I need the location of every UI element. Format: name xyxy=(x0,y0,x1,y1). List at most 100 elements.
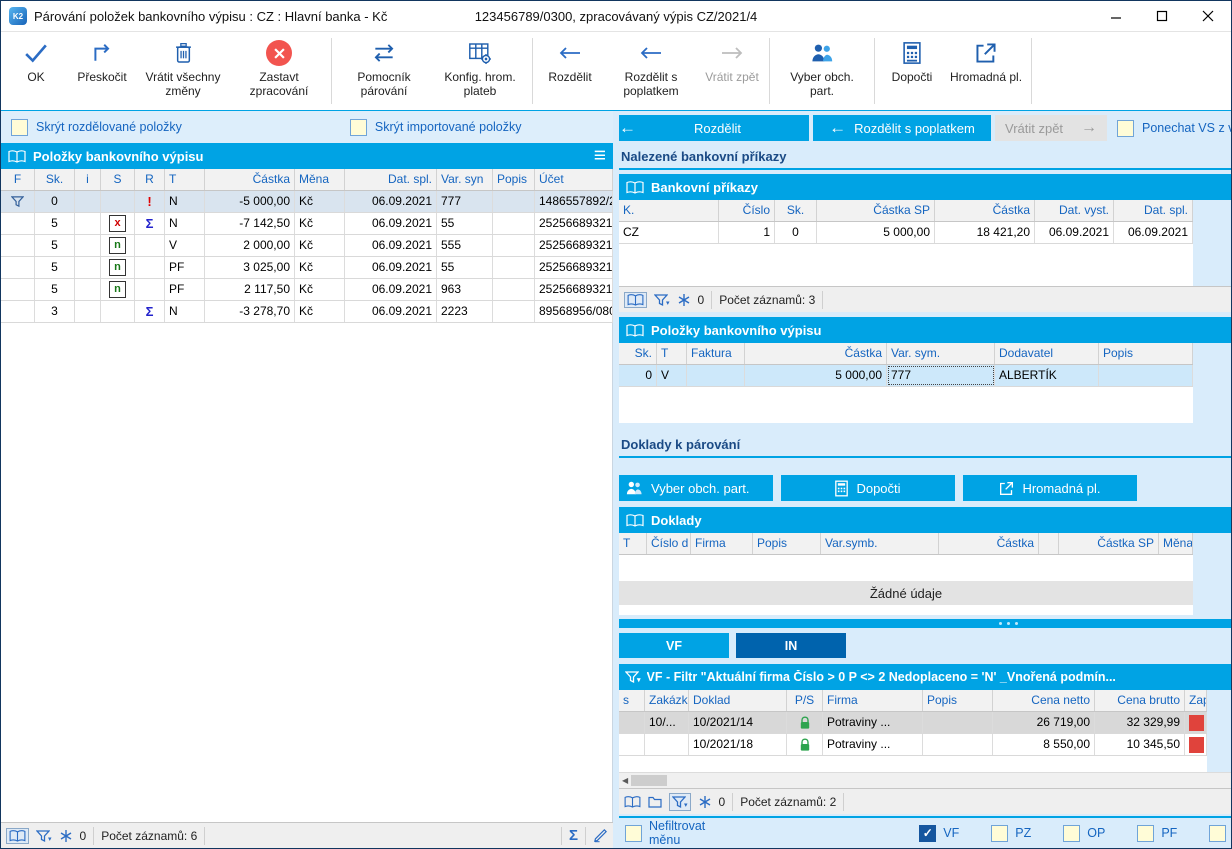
pairing-wizard-button[interactable]: Pomocník párování xyxy=(336,32,432,110)
column-header[interactable]: Číslo d xyxy=(647,533,691,554)
bulk-payment-config-button[interactable]: Konfig. hrom. plateb xyxy=(432,32,528,110)
keep-vs-checkbox[interactable] xyxy=(1117,119,1134,137)
column-header[interactable]: i xyxy=(75,169,101,190)
column-header[interactable]: Popis xyxy=(753,533,821,554)
undo-action-button[interactable]: Vrátit zpět → xyxy=(995,115,1107,141)
select-partner-button[interactable]: Vyber obch. part. xyxy=(774,32,870,110)
column-header[interactable]: R xyxy=(135,169,165,190)
column-header[interactable]: Var. sym. xyxy=(887,343,995,364)
table-row[interactable]: CZ 1 0 5 000,00 18 421,20 06.09.2021 06.09.202… xyxy=(619,222,1193,244)
column-header[interactable]: F xyxy=(1,169,35,190)
splitter-handle[interactable] xyxy=(619,619,1231,628)
table-row[interactable]: 5 x ΣN-7 142,50Kč06.09.202155 252566893211/… xyxy=(1,213,613,235)
table-row[interactable]: 0V 5 000,00 777 ALBERTÍK xyxy=(619,365,1193,387)
table-row[interactable]: 10/... 10/2021/14 Potraviny ... 26 719,00 32… xyxy=(619,712,1207,734)
checkbox-nefiltrovat-měnu[interactable] xyxy=(625,824,642,842)
table-row[interactable]: 5 n PF2 117,50Kč06.09.2021963 252566893211/… xyxy=(1,279,613,301)
edit-icon[interactable] xyxy=(593,828,608,843)
book-icon[interactable] xyxy=(624,291,647,308)
column-header[interactable]: Firma xyxy=(691,533,753,554)
sum-icon[interactable]: Σ xyxy=(569,827,578,844)
split-with-fee-button[interactable]: Rozdělit s poplatkem xyxy=(603,32,699,110)
split-fee-action-button[interactable]: ← Rozdělit s poplatkem xyxy=(813,115,991,141)
table-row[interactable]: 10/2021/18 Potraviny ... 8 550,00 10 345,50 xyxy=(619,734,1207,756)
select-partner-action-button[interactable]: Vyber obch. part. xyxy=(619,475,773,501)
snowflake-icon[interactable] xyxy=(698,795,712,809)
menu-icon[interactable]: ≡ xyxy=(594,145,606,167)
column-header[interactable]: Dodavatel xyxy=(995,343,1099,364)
column-header[interactable]: Účet xyxy=(535,169,613,190)
maximize-button[interactable] xyxy=(1139,1,1185,31)
checkbox-vf[interactable]: ✓ xyxy=(919,824,937,842)
column-header[interactable]: Měna xyxy=(295,169,345,190)
column-header[interactable]: Dat. vyst. xyxy=(1035,200,1114,221)
column-header[interactable]: Popis xyxy=(923,690,993,711)
column-header[interactable]: Měna xyxy=(1159,533,1193,554)
column-header[interactable]: T xyxy=(165,169,205,190)
column-header[interactable]: Částka xyxy=(935,200,1035,221)
checkbox-op[interactable] xyxy=(1063,824,1081,842)
bulk-payment-button[interactable]: Hromadná pl. xyxy=(945,32,1027,110)
filter-icon[interactable]: ▾ xyxy=(36,829,52,843)
column-header[interactable]: Doklad xyxy=(689,690,787,711)
checkbox-pz[interactable] xyxy=(991,824,1009,842)
column-header[interactable]: Cena brutto xyxy=(1095,690,1185,711)
table-row[interactable]: 3 ΣN-3 278,70Kč06.09.20212223 89568956/080… xyxy=(1,301,613,323)
recalculate-button[interactable]: Dopočti xyxy=(879,32,945,110)
column-header[interactable]: Zaplaceno xyxy=(1185,690,1207,711)
table-row[interactable]: 5 n PF3 025,00Kč06.09.202155 252566893211/0… xyxy=(1,257,613,279)
hide-split-items-checkbox[interactable] xyxy=(11,118,28,136)
tab-vf[interactable]: VF xyxy=(619,633,729,658)
column-header[interactable]: Sk. xyxy=(775,200,817,221)
column-header[interactable]: Popis xyxy=(493,169,535,190)
folder-icon[interactable] xyxy=(648,796,662,808)
split-action-button[interactable]: ← Rozdělit xyxy=(619,115,809,141)
book-icon[interactable] xyxy=(6,827,29,844)
revert-all-button[interactable]: Vrátit všechny změny xyxy=(135,32,231,110)
column-header[interactable]: s xyxy=(619,690,645,711)
column-header[interactable]: Částka xyxy=(745,343,887,364)
column-header[interactable]: P/S xyxy=(787,690,823,711)
column-header[interactable]: Firma xyxy=(823,690,923,711)
column-header[interactable]: Sk. xyxy=(619,343,657,364)
column-header[interactable]: Faktura xyxy=(687,343,745,364)
tab-in[interactable]: IN xyxy=(736,633,846,658)
hide-imported-items-checkbox[interactable] xyxy=(349,118,367,136)
column-header[interactable]: S xyxy=(101,169,135,190)
filter-icon[interactable]: ▾ xyxy=(654,293,670,307)
column-header[interactable]: Číslo xyxy=(719,200,775,221)
column-header[interactable]: Částka xyxy=(205,169,295,190)
split-button[interactable]: Rozdělit xyxy=(537,32,603,110)
skip-button[interactable]: Přeskočit xyxy=(69,32,135,110)
minimize-button[interactable] xyxy=(1093,1,1139,31)
recalculate-action-button[interactable]: Dopočti xyxy=(781,475,955,501)
column-header[interactable]: Částka xyxy=(939,533,1039,554)
table-row[interactable]: 5 n V2 000,00Kč06.09.2021555 252566893211/0… xyxy=(1,235,613,257)
column-header[interactable]: K. xyxy=(619,200,719,221)
column-header[interactable]: Zakázka xyxy=(645,690,689,711)
checkbox-vz[interactable] xyxy=(1209,824,1227,842)
column-header[interactable] xyxy=(1039,533,1059,554)
column-header[interactable]: T xyxy=(657,343,687,364)
column-header[interactable]: Dat. spl. xyxy=(1114,200,1193,221)
ok-button[interactable]: OK xyxy=(3,32,69,110)
snowflake-icon[interactable] xyxy=(677,293,691,307)
column-header[interactable]: Částka SP xyxy=(817,200,935,221)
bulk-payment-action-button[interactable]: Hromadná pl. xyxy=(963,475,1137,501)
column-header[interactable]: Popis xyxy=(1099,343,1193,364)
column-header[interactable]: Var. syn xyxy=(437,169,493,190)
book-icon[interactable] xyxy=(624,795,641,808)
checkbox-pf[interactable] xyxy=(1137,824,1155,842)
close-button[interactable] xyxy=(1185,1,1231,31)
table-row[interactable]: 0! N-5 000,00Kč06.09.2021777 1486557892/26… xyxy=(1,191,613,213)
column-header[interactable]: Dat. spl. xyxy=(345,169,437,190)
snowflake-icon[interactable] xyxy=(59,829,73,843)
column-header[interactable]: T xyxy=(619,533,647,554)
invoices-hscrollbar[interactable]: ◀ ▶ xyxy=(619,772,1231,788)
filter-icon[interactable]: ▾ xyxy=(669,792,691,811)
column-header[interactable]: Částka SP xyxy=(1059,533,1159,554)
undo-button[interactable]: Vrátit zpět xyxy=(699,32,765,110)
stop-processing-button[interactable]: Zastavt zpracování xyxy=(231,32,327,110)
column-header[interactable]: Var.symb. xyxy=(821,533,939,554)
column-header[interactable]: Sk. xyxy=(35,169,75,190)
